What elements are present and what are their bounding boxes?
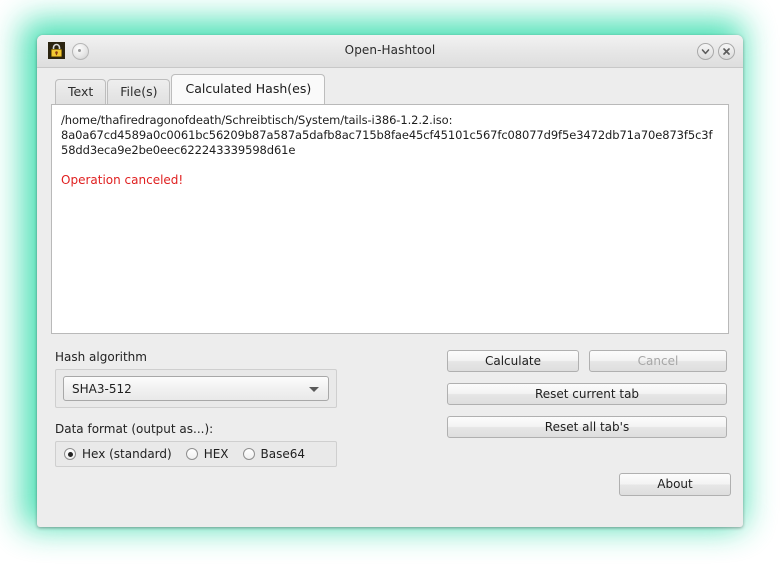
hash-algorithm-value: SHA3-512	[72, 381, 132, 396]
data-format-label: Data format (output as...):	[55, 422, 214, 436]
radio-hex-label: HEX	[203, 447, 229, 461]
left-controls-column: Hash algorithm SHA3-512 Data format (out…	[51, 350, 439, 467]
chevron-down-icon[interactable]	[697, 43, 714, 60]
hash-algorithm-frame: SHA3-512	[55, 369, 337, 408]
reset-all-tabs-button[interactable]: Reset all tab's	[447, 416, 727, 438]
tab-text[interactable]: Text	[55, 79, 107, 105]
tab-bar: Text File(s) Calculated Hash(es)	[55, 74, 729, 105]
right-controls-column: Calculate Cancel Reset current tab Reset…	[439, 350, 729, 467]
application-window: Open-Hashtool Text File(s) Calculated Ha…	[37, 35, 743, 527]
radio-hex-standard-label: Hex (standard)	[82, 447, 172, 461]
hash-algorithm-select[interactable]: SHA3-512	[63, 376, 329, 401]
radio-dot-icon	[64, 448, 76, 460]
cancel-button: Cancel	[589, 350, 727, 372]
controls-area: Hash algorithm SHA3-512 Data format (out…	[51, 350, 729, 467]
radio-dot-icon	[242, 448, 255, 460]
hash-output-text: /home/thafiredragonofdeath/Schreibtisch/…	[61, 113, 713, 157]
radio-base64-label: Base64	[260, 447, 306, 461]
chevron-down-icon	[309, 387, 319, 392]
tab-calculated-hashes[interactable]: Calculated Hash(es)	[171, 74, 326, 104]
client-area: Text File(s) Calculated Hash(es) /home/t…	[37, 68, 743, 506]
primary-button-row: Calculate Cancel	[447, 350, 727, 372]
calculate-button[interactable]: Calculate	[447, 350, 579, 372]
radio-base64[interactable]: Base64	[242, 447, 306, 461]
status-message: Operation canceled!	[61, 173, 184, 187]
title-bar[interactable]: Open-Hashtool	[37, 35, 743, 68]
close-icon[interactable]	[718, 43, 735, 60]
about-button[interactable]: About	[619, 473, 731, 496]
radio-hex-standard[interactable]: Hex (standard)	[64, 447, 172, 461]
hash-algorithm-label: Hash algorithm	[55, 350, 147, 364]
window-title: Open-Hashtool	[344, 43, 436, 57]
hash-output-panel[interactable]: /home/thafiredragonofdeath/Schreibtisch/…	[51, 104, 729, 334]
data-format-frame: Hex (standard) HEX Base64	[55, 441, 337, 467]
tab-files[interactable]: File(s)	[107, 79, 171, 105]
radio-hex[interactable]: HEX	[185, 447, 229, 461]
radio-dot-icon	[185, 448, 198, 460]
reset-current-tab-button[interactable]: Reset current tab	[447, 383, 727, 405]
